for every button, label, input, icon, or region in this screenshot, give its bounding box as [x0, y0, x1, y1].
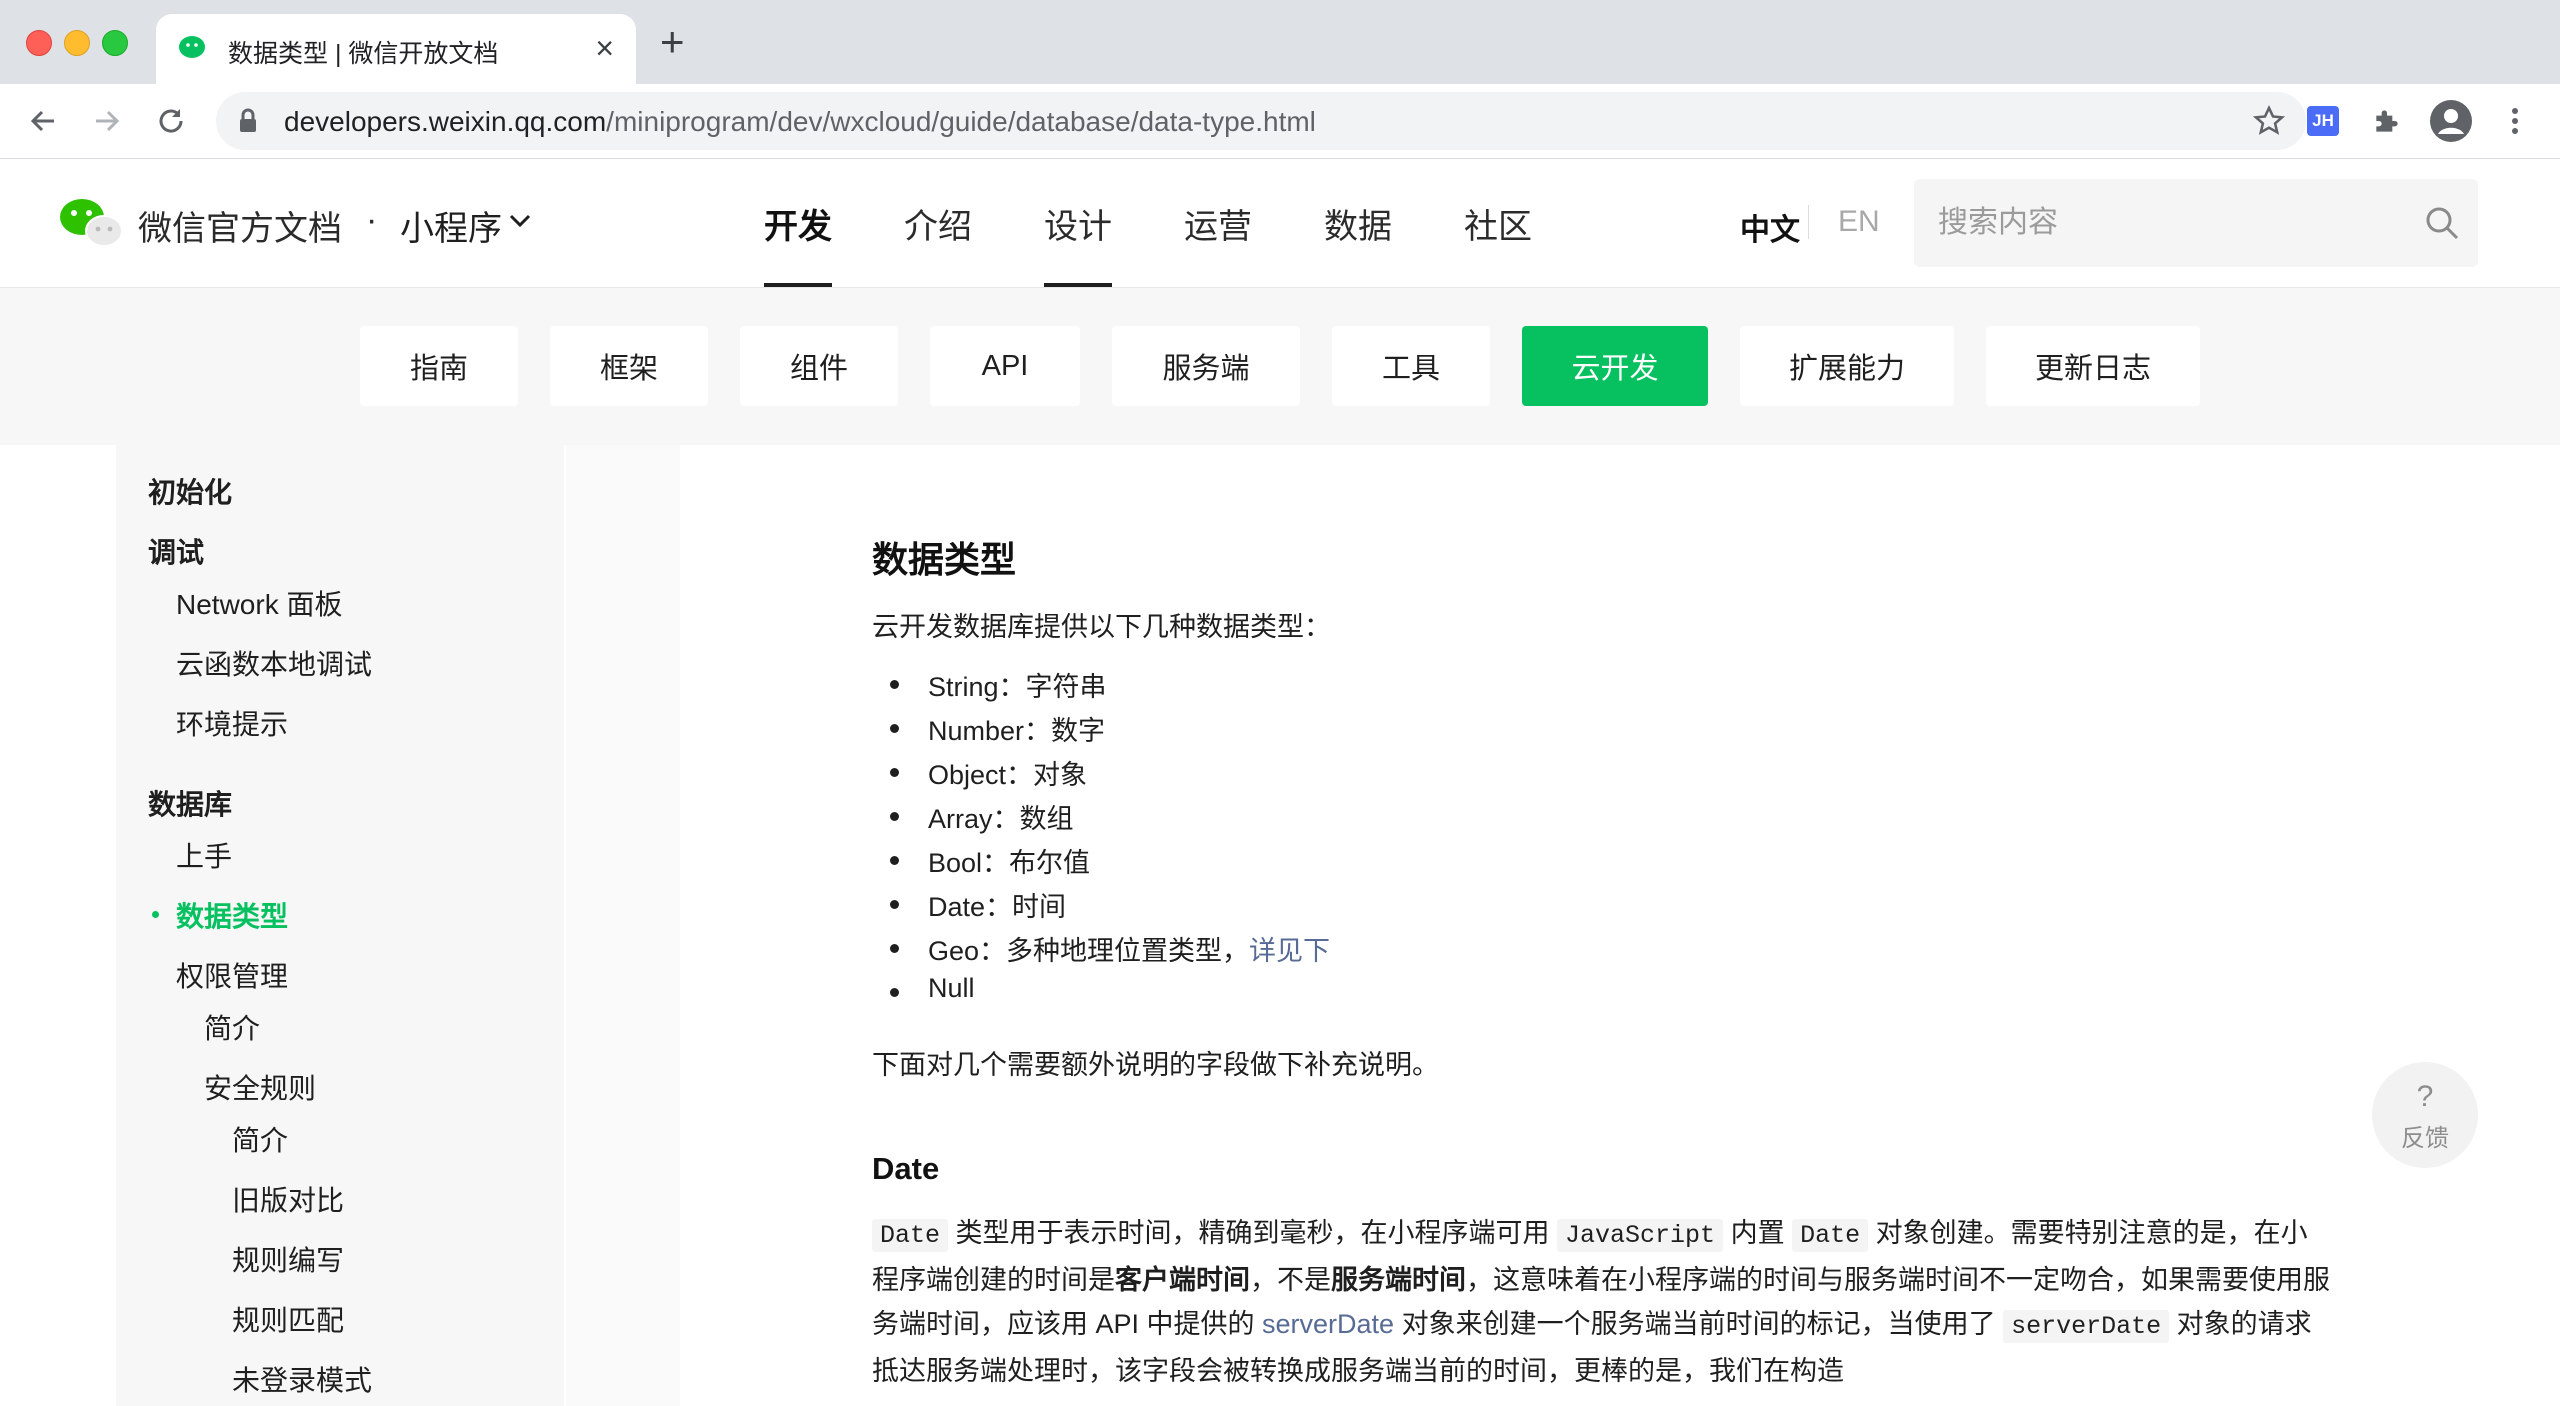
- browser-toolbar: developers.weixin.qq.com/miniprogram/dev…: [0, 84, 2560, 159]
- sidebar-item-env-hint[interactable]: 环境提示: [176, 703, 288, 743]
- sidebar-item-perm-intro[interactable]: 简介: [204, 1007, 260, 1047]
- section-heading-date: Date: [872, 1151, 940, 1186]
- subnav-api[interactable]: API: [930, 326, 1080, 406]
- topnav-community[interactable]: 社区: [1464, 199, 1532, 287]
- lang-en-button[interactable]: EN: [1838, 205, 1880, 239]
- feedback-button[interactable]: ? 反馈: [2372, 1062, 2478, 1168]
- sidebar-item-database[interactable]: 数据库: [148, 783, 232, 823]
- sidebar-item-getting-started[interactable]: 上手: [176, 835, 232, 875]
- url-text: developers.weixin.qq.com/miniprogram/dev…: [284, 106, 1316, 137]
- sidebar-item-rule-writing[interactable]: 规则编写: [232, 1239, 344, 1279]
- lock-icon: [240, 108, 256, 132]
- type-list: String：字符串 Number：数字 Object：对象 Array：数组 …: [872, 665, 1330, 1017]
- sidebar-item-permissions[interactable]: 权限管理: [176, 955, 288, 995]
- server-date-link[interactable]: serverDate: [1262, 1309, 1394, 1339]
- list-item: Object：对象: [872, 753, 1330, 797]
- subnav-changelog[interactable]: 更新日志: [1986, 326, 2200, 406]
- browser-tab-bar: 数据类型 | 微信开放文档 × +: [0, 0, 2560, 84]
- sidebar-item-security-rules[interactable]: 安全规则: [204, 1067, 316, 1107]
- subnav-components[interactable]: 组件: [740, 326, 898, 406]
- list-item: String：字符串: [872, 665, 1330, 709]
- question-icon: ?: [2416, 1080, 2434, 1113]
- list-item: Bool：布尔值: [872, 841, 1330, 885]
- topnav-design[interactable]: 设计: [1044, 199, 1112, 287]
- browser-menu-icon[interactable]: [2492, 98, 2538, 144]
- geo-detail-link[interactable]: 详见下: [1249, 936, 1330, 966]
- top-nav: 开发 介绍 设计 运营 数据 社区: [764, 199, 1604, 287]
- list-item: Array：数组: [872, 797, 1330, 841]
- address-bar[interactable]: developers.weixin.qq.com/miniprogram/dev…: [216, 92, 2306, 150]
- chevron-down-icon[interactable]: [508, 213, 532, 229]
- lang-divider: [1808, 205, 1809, 239]
- brand-separator: ·: [366, 201, 378, 239]
- subnav-tools[interactable]: 工具: [1332, 326, 1490, 406]
- list-item: Number：数字: [872, 709, 1330, 753]
- date-paragraph: Date 类型用于表示时间，精确到毫秒，在小程序端可用 JavaScript 内…: [872, 1218, 2330, 1386]
- lang-zh-button[interactable]: 中文: [1740, 205, 1800, 249]
- subnav-guide[interactable]: 指南: [360, 326, 518, 406]
- feedback-label: 反馈: [2401, 1125, 2449, 1152]
- window-minimize-button[interactable]: [64, 30, 90, 56]
- new-tab-icon[interactable]: +: [660, 21, 685, 63]
- doc-content: 数据类型 云开发数据库提供以下几种数据类型： String：字符串 Number…: [680, 445, 2560, 1406]
- window-maximize-button[interactable]: [102, 30, 128, 56]
- topnav-operations[interactable]: 运营: [1184, 199, 1252, 287]
- intro-text: 云开发数据库提供以下几种数据类型：: [872, 612, 1331, 642]
- sidebar-item-guest-mode[interactable]: 未登录模式: [232, 1359, 372, 1399]
- topnav-intro[interactable]: 介绍: [904, 199, 972, 287]
- doc-section-nav: 指南 框架 组件 API 服务端 工具 云开发 扩展能力 更新日志: [0, 288, 2560, 445]
- subnav-framework[interactable]: 框架: [550, 326, 708, 406]
- wechat-favicon-icon: [179, 36, 205, 58]
- sidebar-item-init[interactable]: 初始化: [148, 471, 232, 511]
- sidebar: 初始化 调试 Network 面板 云函数本地调试 环境提示 数据库 上手 数据…: [0, 445, 680, 1406]
- back-arrow-icon[interactable]: [20, 98, 66, 144]
- profile-avatar-icon[interactable]: [2428, 98, 2474, 144]
- sidebar-item-network[interactable]: Network 面板: [176, 583, 342, 623]
- search-icon[interactable]: [2424, 205, 2460, 241]
- subnav-extensions[interactable]: 扩展能力: [1740, 326, 1954, 406]
- tab-close-icon[interactable]: ×: [595, 28, 614, 68]
- tab-title: 数据类型 | 微信开放文档: [228, 40, 499, 68]
- reload-icon[interactable]: [148, 98, 194, 144]
- sidebar-item-legacy-compare[interactable]: 旧版对比: [232, 1179, 344, 1219]
- active-indicator-dot: [152, 911, 159, 918]
- site-header: 微信官方文档 · 小程序 开发 介绍 设计 运营 数据 社区 中文 EN: [0, 159, 2560, 288]
- subnav-server[interactable]: 服务端: [1112, 326, 1300, 406]
- subnav-cloud-dev[interactable]: 云开发: [1522, 326, 1708, 406]
- search-box: [1914, 179, 2478, 267]
- sidebar-item-debug[interactable]: 调试: [148, 531, 204, 571]
- jh-extension-icon[interactable]: JH: [2300, 98, 2346, 144]
- list-item: Null: [872, 973, 1330, 1017]
- sidebar-item-rules-intro[interactable]: 简介: [232, 1119, 288, 1159]
- extensions-puzzle-icon[interactable]: [2364, 98, 2410, 144]
- wechat-logo-icon[interactable]: [58, 195, 124, 251]
- topnav-develop[interactable]: 开发: [764, 199, 832, 287]
- window-close-button[interactable]: [26, 30, 52, 56]
- supplement-text: 下面对几个需要额外说明的字段做下补充说明。: [872, 1050, 1439, 1080]
- sidebar-item-data-types[interactable]: 数据类型: [176, 895, 288, 935]
- list-item: Date：时间: [872, 885, 1330, 929]
- site-brand[interactable]: 微信官方文档: [138, 201, 342, 250]
- list-item: Geo：多种地理位置类型，详见下: [872, 929, 1330, 973]
- sidebar-item-rule-matching[interactable]: 规则匹配: [232, 1299, 344, 1339]
- bookmark-star-icon[interactable]: [2252, 104, 2286, 138]
- topnav-data[interactable]: 数据: [1324, 199, 1392, 287]
- product-switcher[interactable]: 小程序: [400, 201, 502, 250]
- sidebar-item-local-debug[interactable]: 云函数本地调试: [176, 643, 372, 683]
- forward-arrow-icon[interactable]: [84, 98, 130, 144]
- browser-tab[interactable]: 数据类型 | 微信开放文档 ×: [156, 14, 636, 84]
- search-input[interactable]: [1936, 205, 2420, 241]
- page-title: 数据类型: [872, 539, 1017, 580]
